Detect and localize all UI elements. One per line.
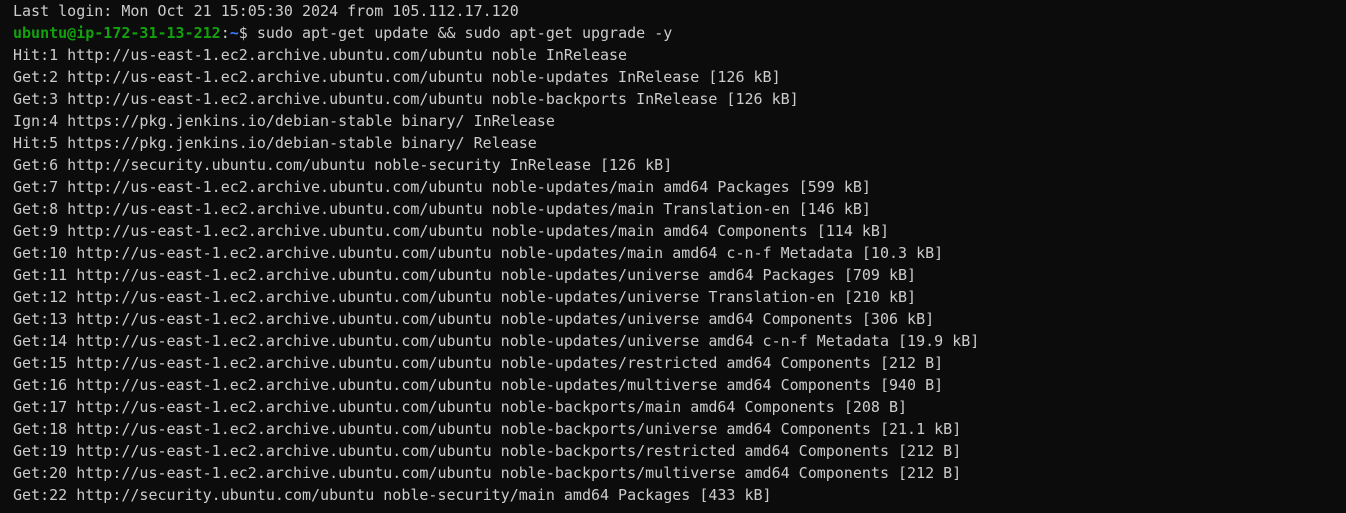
terminal-window[interactable]: Last login: Mon Oct 21 15:05:30 2024 fro…: [0, 0, 1346, 513]
command-output: Hit:1 http://us-east-1.ec2.archive.ubunt…: [13, 44, 1346, 506]
output-line: Get:9 http://us-east-1.ec2.archive.ubunt…: [13, 222, 889, 240]
output-line: Get:16 http://us-east-1.ec2.archive.ubun…: [13, 376, 944, 394]
output-line: Get:22 http://security.ubuntu.com/ubuntu…: [13, 486, 772, 504]
prompt-user-host: ubuntu@ip-172-31-13-212: [13, 24, 221, 42]
output-line: Get:12 http://us-east-1.ec2.archive.ubun…: [13, 288, 917, 306]
output-line: Get:11 http://us-east-1.ec2.archive.ubun…: [13, 266, 917, 284]
output-line: Get:15 http://us-east-1.ec2.archive.ubun…: [13, 354, 944, 372]
output-line: Get:7 http://us-east-1.ec2.archive.ubunt…: [13, 178, 871, 196]
output-line: Get:6 http://security.ubuntu.com/ubuntu …: [13, 156, 673, 174]
output-line: Get:14 http://us-east-1.ec2.archive.ubun…: [13, 332, 980, 350]
output-line: Get:8 http://us-east-1.ec2.archive.ubunt…: [13, 200, 871, 218]
output-line: Get:13 http://us-east-1.ec2.archive.ubun…: [13, 310, 935, 328]
output-line: Get:2 http://us-east-1.ec2.archive.ubunt…: [13, 68, 781, 86]
command-prompt-line[interactable]: ubuntu@ip-172-31-13-212:~$ sudo apt-get …: [13, 22, 1346, 44]
last-login-line: Last login: Mon Oct 21 15:05:30 2024 fro…: [13, 2, 519, 20]
output-line: Get:18 http://us-east-1.ec2.archive.ubun…: [13, 420, 962, 438]
command-text: sudo apt-get update && sudo apt-get upgr…: [256, 24, 673, 42]
prompt-symbol: $: [238, 24, 257, 42]
output-line: Get:17 http://us-east-1.ec2.archive.ubun…: [13, 398, 908, 416]
output-line: Get:19 http://us-east-1.ec2.archive.ubun…: [13, 442, 962, 460]
output-line: Get:10 http://us-east-1.ec2.archive.ubun…: [13, 244, 944, 262]
output-line: Hit:1 http://us-east-1.ec2.archive.ubunt…: [13, 46, 628, 64]
output-line: Get:20 http://us-east-1.ec2.archive.ubun…: [13, 464, 962, 482]
prompt-separator: :: [220, 24, 230, 42]
prompt-path: ~: [229, 24, 239, 42]
output-line: Get:3 http://us-east-1.ec2.archive.ubunt…: [13, 90, 799, 108]
output-line: Ign:4 https://pkg.jenkins.io/debian-stab…: [13, 112, 555, 130]
output-line: Hit:5 https://pkg.jenkins.io/debian-stab…: [13, 134, 537, 152]
